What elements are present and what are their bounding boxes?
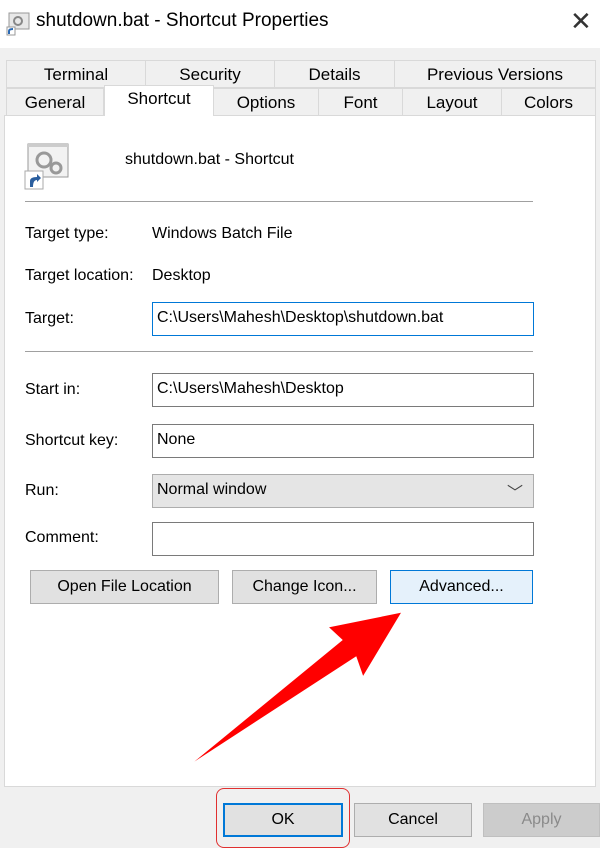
red-arrow-annotation — [186, 611, 404, 768]
apply-button[interactable]: Apply — [483, 803, 600, 837]
ok-button[interactable]: OK — [223, 803, 343, 837]
tab-shortcut[interactable]: Shortcut — [104, 85, 214, 116]
cancel-button[interactable]: Cancel — [354, 803, 472, 837]
